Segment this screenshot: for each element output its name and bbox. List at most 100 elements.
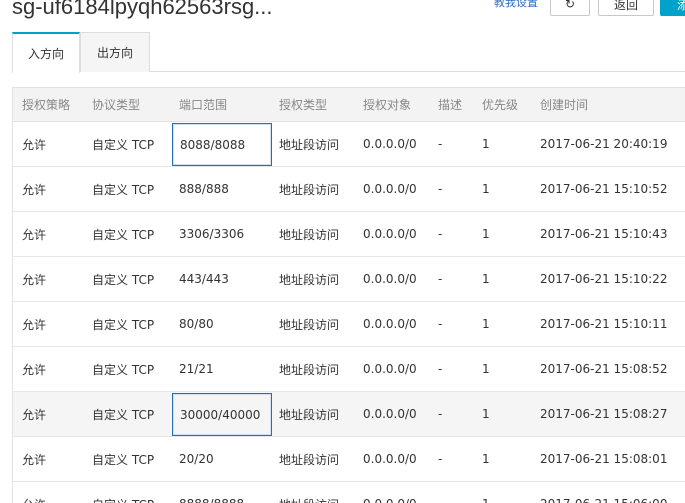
cell-policy: 允许	[22, 182, 47, 197]
cell-auth-type: 地址段访问	[279, 482, 339, 503]
cell-port-range: 80/80	[179, 317, 214, 331]
cell-protocol: 自定义 TCP	[92, 482, 154, 503]
col-header-protocol: 协议类型	[92, 98, 141, 112]
cell-auth-type: 地址段访问	[279, 362, 340, 377]
cell-priority: 1	[482, 482, 490, 503]
cell-auth-object: 0.0.0.0/0	[363, 362, 417, 376]
cell-created-time: 2017-06-21 15:08:27	[540, 407, 668, 421]
cell-protocol: 自定义 TCP	[92, 182, 155, 197]
add-rule-button[interactable]: 添	[660, 0, 685, 16]
cell-priority: 1	[482, 227, 490, 241]
cell-auth-type: 地址段访问	[279, 137, 340, 152]
col-header-policy: 授权策略	[22, 98, 71, 112]
cell-description: -	[438, 362, 443, 376]
cell-description: -	[438, 227, 443, 241]
page-title: sg-uf6184lpyqh62563rsg...	[12, 0, 273, 19]
cell-protocol: 自定义 TCP	[92, 317, 155, 332]
tab-inbound[interactable]: 入方向	[12, 32, 80, 73]
table-row: 允许 自定义 TCP 30000/40000 地址段访问 0.0.0.0/0 - 1 2017…	[13, 392, 685, 437]
cell-auth-object: 0.0.0.0/0	[363, 482, 417, 503]
table-row: 允许 自定义 TCP 888/888 地址段访问 0.0.0.0/0 - 1 2017-06-…	[13, 167, 685, 212]
cell-port-range: 21/21	[179, 362, 214, 376]
port-range-input[interactable]: 8088/8088	[172, 123, 272, 166]
cell-auth-object: 0.0.0.0/0	[363, 137, 417, 151]
refresh-icon: ↻	[564, 0, 576, 11]
cell-priority: 1	[482, 317, 490, 331]
cell-auth-type: 地址段访问	[279, 407, 340, 422]
cell-auth-object: 0.0.0.0/0	[363, 452, 417, 466]
cell-description: -	[438, 407, 443, 421]
rules-table: 授权策略 协议类型 端口范围 授权类型 授权对象 描述 优先级 创建时间 允许自…	[12, 87, 685, 503]
table-row: 允许 自定义 TCP 8088/8088 地址段访问 0.0.0.0/0 - 1 2017-0…	[13, 122, 685, 167]
cell-port-range: 20/20	[179, 452, 214, 466]
cell-protocol: 自定义 TCP	[92, 272, 155, 287]
cell-description: -	[438, 317, 443, 331]
cell-port-range: 3306/3306	[179, 227, 245, 241]
cell-created-time: 2017-06-21 15:10:43	[540, 227, 668, 241]
cell-priority: 1	[482, 272, 490, 286]
cell-description: -	[438, 137, 443, 151]
refresh-button[interactable]: ↻	[550, 0, 590, 16]
cell-created-time: 2017-06-21 15:10:11	[540, 317, 668, 331]
cell-protocol: 自定义 TCP	[92, 407, 155, 422]
cell-auth-type: 地址段访问	[279, 272, 340, 287]
cell-auth-object: 0.0.0.0/0	[363, 407, 417, 421]
cell-created-time: 2017-06-21 15:08:52	[540, 362, 668, 376]
cell-priority: 1	[482, 452, 490, 466]
cell-policy: 允许	[22, 362, 47, 377]
cell-created-time: 2017-06-21 15:10:52	[540, 182, 668, 196]
cell-policy: 允许	[22, 452, 47, 467]
cell-policy: 允许	[22, 137, 47, 152]
cell-auth-object: 0.0.0.0/0	[363, 227, 417, 241]
cell-description: -	[438, 182, 443, 196]
cell-port-range: 888/888	[179, 182, 229, 196]
cell-priority: 1	[482, 137, 490, 151]
col-header-description: 描述	[438, 98, 463, 112]
cell-protocol: 自定义 TCP	[92, 362, 155, 377]
cell-priority: 1	[482, 407, 490, 421]
table-row: 允许 自定义 TCP 8888/8888 地址段访问 0.0.0.0/0- 1 2017-0…	[13, 482, 685, 503]
cell-protocol: 自定义 TCP	[92, 452, 155, 467]
cell-policy: 允许	[22, 317, 47, 332]
col-header-created: 创建时间	[540, 98, 589, 112]
table-row: 允许 自定义 TCP 21/21 地址段访问 0.0.0.0/0 - 1 2017-06-21…	[13, 347, 685, 392]
teach-me-link[interactable]: 教我设置	[494, 0, 538, 10]
cell-policy: 允许	[22, 482, 46, 503]
cell-priority: 1	[482, 362, 490, 376]
cell-priority: 1	[482, 182, 490, 196]
col-header-port: 端口范围	[179, 98, 228, 112]
cell-auth-type: 地址段访问	[279, 317, 340, 332]
table-row: 允许 自定义 TCP 80/80 地址段访问 0.0.0.0/0 - 1 2017-06-21…	[13, 302, 685, 347]
port-range-input[interactable]: 30000/40000	[172, 393, 272, 436]
cell-description: -	[438, 482, 442, 503]
cell-policy: 允许	[22, 272, 47, 287]
table-row: 允许 自定义 TCP 20/20 地址段访问 0.0.0.0/0 - 1 2017-06-21…	[13, 437, 685, 482]
cell-auth-type: 地址段访问	[279, 227, 340, 242]
cell-port-range: 443/443	[179, 272, 229, 286]
tab-outbound[interactable]: 出方向	[80, 32, 150, 72]
back-button[interactable]: 返回	[598, 0, 654, 16]
table-header: 授权策略 协议类型 端口范围 授权类型 授权对象 描述 优先级 创建时间	[13, 87, 685, 122]
cell-created-time: 2017-06-21 15:06:00	[540, 482, 667, 503]
cell-auth-type: 地址段访问	[279, 452, 340, 467]
cell-protocol: 自定义 TCP	[92, 227, 155, 242]
cell-auth-object: 0.0.0.0/0	[363, 317, 417, 331]
cell-auth-object: 0.0.0.0/0	[363, 182, 417, 196]
cell-policy: 允许	[22, 407, 47, 422]
table-row: 允许 自定义 TCP 3306/3306 地址段访问 0.0.0.0/0 - 1 2017-0…	[13, 212, 685, 257]
direction-tabs: 入方向 出方向	[12, 32, 685, 73]
cell-port-range: 8888/8888	[179, 482, 244, 503]
port-range-value: 8088/8088	[180, 137, 246, 152]
cell-policy: 允许	[22, 227, 47, 242]
cell-description: -	[438, 452, 443, 466]
col-header-priority: 优先级	[482, 98, 519, 112]
cell-auth-type: 地址段访问	[279, 182, 340, 197]
cell-created-time: 2017-06-21 15:08:01	[540, 452, 668, 466]
col-header-auth-object: 授权对象	[363, 98, 412, 112]
cell-auth-object: 0.0.0.0/0	[363, 272, 417, 286]
port-range-value: 30000/40000	[180, 407, 261, 422]
cell-created-time: 2017-06-21 15:10:22	[540, 272, 668, 286]
table-row: 允许 自定义 TCP 443/443 地址段访问 0.0.0.0/0 - 1 2017-06-…	[13, 257, 685, 302]
cell-created-time: 2017-06-21 20:40:19	[540, 137, 668, 151]
col-header-auth-type: 授权类型	[279, 98, 328, 112]
